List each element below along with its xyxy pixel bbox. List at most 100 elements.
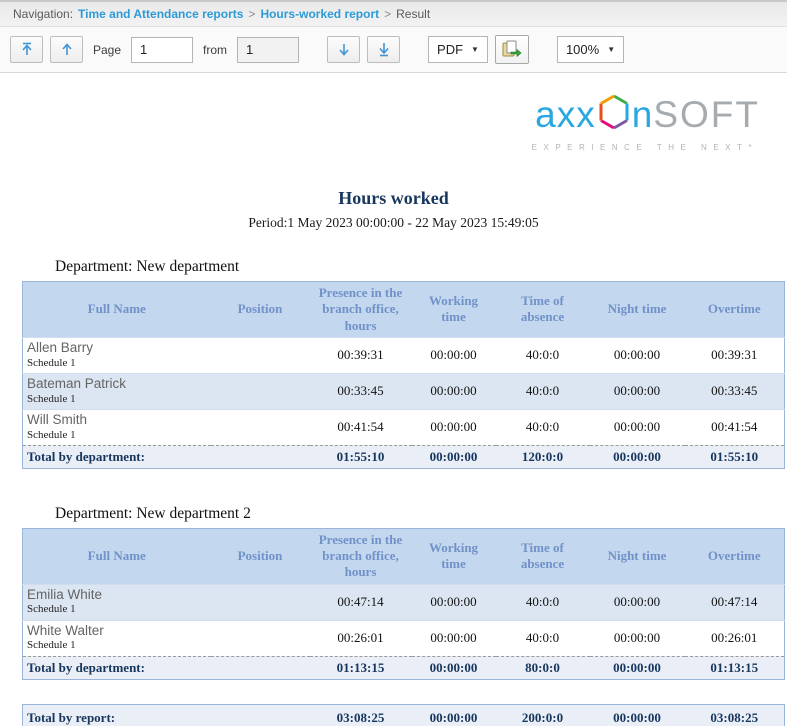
cell-night: 00:00:00 [590,373,685,409]
first-page-button[interactable] [10,36,43,63]
zoom-value: 100% [566,42,599,57]
cell-night: 00:00:00 [590,620,685,656]
report-total-absence: 200:0:0 [496,704,590,726]
report-total-row: Total by report: 03:08:25 00:00:00 200:0… [23,704,785,726]
report-total-overtime: 03:08:25 [685,704,785,726]
next-page-icon [337,42,351,57]
cell-presence: 00:41:54 [310,409,412,445]
col-header-presence: Presence in the branch office, hours [310,282,412,338]
export-format-value: PDF [437,42,463,57]
cell-night: 00:00:00 [590,409,685,445]
col-header-night-time: Night time [590,528,685,584]
department-1-label: Department: New department [55,258,787,276]
page-count-input[interactable] [237,37,299,63]
employee-name: Bateman Patrick [27,376,211,393]
col-header-overtime: Overtime [685,528,785,584]
export-format-select[interactable]: PDF ▼ [428,36,488,63]
table-row: Bateman Patrick Schedule 1 00:33:45 00:0… [23,373,785,409]
total-working: 00:00:00 [412,445,496,468]
report-total-table: Total by report: 03:08:25 00:00:00 200:0… [22,704,785,726]
cell-overtime: 00:47:14 [685,584,785,620]
breadcrumb: Navigation: Time and Attendance reports … [0,0,787,27]
report-total-label: Total by report: [23,704,310,726]
total-label: Total by department: [23,445,310,468]
department-2-table: Full Name Position Presence in the branc… [22,528,785,680]
col-header-presence: Presence in the branch office, hours [310,528,412,584]
cell-absence: 40:0:0 [496,373,590,409]
report-toolbar: Page from PDF ▼ [0,27,787,73]
last-page-icon [377,42,391,57]
employee-name: Allen Barry [27,340,211,357]
chevron-down-icon: ▼ [607,45,615,54]
logo-text-n: n [632,94,654,136]
col-header-overtime: Overtime [685,282,785,338]
breadcrumb-current: Result [396,7,430,21]
cell-absence: 40:0:0 [496,337,590,373]
zoom-select[interactable]: 100% ▼ [557,36,624,63]
breadcrumb-separator: > [384,7,391,21]
cell-working: 00:00:00 [412,337,496,373]
employee-schedule: Schedule 1 [27,639,211,652]
logo-hexagon-icon [597,93,631,136]
col-header-night-time: Night time [590,282,685,338]
export-button[interactable] [495,35,529,64]
employee-name: Will Smith [27,412,211,429]
department-1-table: Full Name Position Presence in the branc… [22,281,785,469]
page-label: Page [93,43,121,57]
cell-absence: 40:0:0 [496,584,590,620]
chevron-down-icon: ▼ [471,45,479,54]
report-total-working: 00:00:00 [412,704,496,726]
breadcrumb-label: Navigation: [13,7,73,21]
employee-schedule: Schedule 1 [27,603,211,616]
col-header-working-time: Working time [412,528,496,584]
department-total-row: Total by department: 01:55:10 00:00:00 1… [23,445,785,468]
cell-night: 00:00:00 [590,584,685,620]
logo-text-soft: SOFT [653,94,760,136]
col-header-time-of-absence: Time of absence [496,528,590,584]
cell-presence: 00:47:14 [310,584,412,620]
report-total-night: 00:00:00 [590,704,685,726]
cell-absence: 40:0:0 [496,620,590,656]
cell-presence: 00:26:01 [310,620,412,656]
prev-page-icon [60,42,74,57]
cell-overtime: 00:39:31 [685,337,785,373]
total-absence: 120:0:0 [496,445,590,468]
total-overtime: 01:13:15 [685,656,785,679]
table-row: Will Smith Schedule 1 00:41:54 00:00:00 … [23,409,785,445]
breadcrumb-link-tna-reports[interactable]: Time and Attendance reports [78,7,243,21]
breadcrumb-separator: > [248,7,255,21]
next-page-button[interactable] [327,36,360,63]
cell-night: 00:00:00 [590,337,685,373]
col-header-full-name: Full Name [23,282,211,338]
cell-working: 00:00:00 [412,409,496,445]
cell-presence: 00:39:31 [310,337,412,373]
table-header-row: Full Name Position Presence in the branc… [23,528,785,584]
cell-position [211,373,310,409]
cell-presence: 00:33:45 [310,373,412,409]
cell-absence: 40:0:0 [496,409,590,445]
prev-page-button[interactable] [50,36,83,63]
employee-schedule: Schedule 1 [27,393,211,406]
total-presence: 01:55:10 [310,445,412,468]
cell-overtime: 00:26:01 [685,620,785,656]
col-header-time-of-absence: Time of absence [496,282,590,338]
logo-text-axx: axx [535,94,596,136]
total-presence: 01:13:15 [310,656,412,679]
table-row: Emilia White Schedule 1 00:47:14 00:00:0… [23,584,785,620]
cell-position [211,337,310,373]
employee-schedule: Schedule 1 [27,429,211,442]
breadcrumb-link-hours-worked[interactable]: Hours-worked report [260,7,379,21]
col-header-full-name: Full Name [23,528,211,584]
last-page-button[interactable] [367,36,400,63]
page-number-input[interactable] [131,37,193,63]
cell-position [211,409,310,445]
total-absence: 80:0:0 [496,656,590,679]
table-header-row: Full Name Position Presence in the branc… [23,282,785,338]
axxonsoft-logo: axx n SOFT EXPERIENCE THE NEXT* [0,93,760,152]
total-overtime: 01:55:10 [685,445,785,468]
cell-overtime: 00:41:54 [685,409,785,445]
total-night: 00:00:00 [590,445,685,468]
report-period: Period:1 May 2023 00:00:00 - 22 May 2023… [0,215,787,231]
table-row: White Walter Schedule 1 00:26:01 00:00:0… [23,620,785,656]
total-label: Total by department: [23,656,310,679]
